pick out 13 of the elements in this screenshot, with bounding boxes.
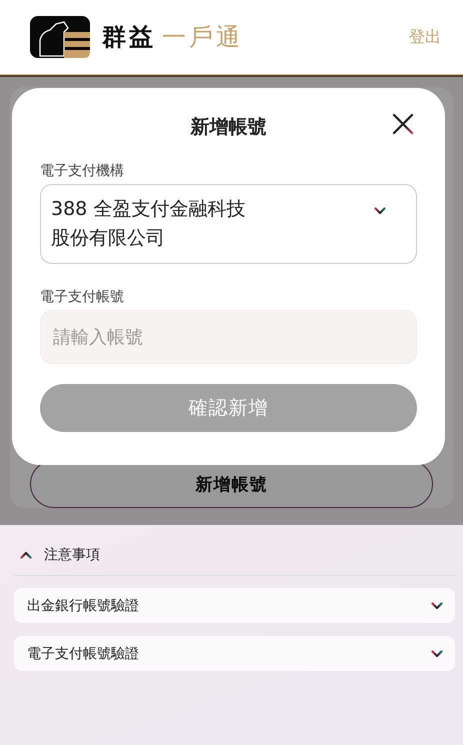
accordion-item[interactable]: 出金銀行帳號驗證 xyxy=(14,588,455,623)
logo-icon xyxy=(30,16,90,58)
account-input-field[interactable]: 請輸入帳號 xyxy=(40,310,417,364)
close-icon[interactable] xyxy=(391,112,415,136)
brand-name: 群益 xyxy=(102,22,156,53)
accordion-item[interactable]: 電子支付帳號驗證 xyxy=(14,636,455,671)
field-label: 電子支付帳號 xyxy=(40,288,125,306)
field-label: 電子支付機構 xyxy=(40,162,125,180)
institution-dropdown[interactable]: 388 全盈支付金融科技 股份有限公司 xyxy=(40,184,417,264)
brand-tagline: 一戶通 xyxy=(162,22,243,53)
chevron-down-icon xyxy=(374,207,386,215)
notes-toggle[interactable]: 注意事項 xyxy=(14,541,106,569)
modal-title: 新增帳號 xyxy=(190,116,266,138)
